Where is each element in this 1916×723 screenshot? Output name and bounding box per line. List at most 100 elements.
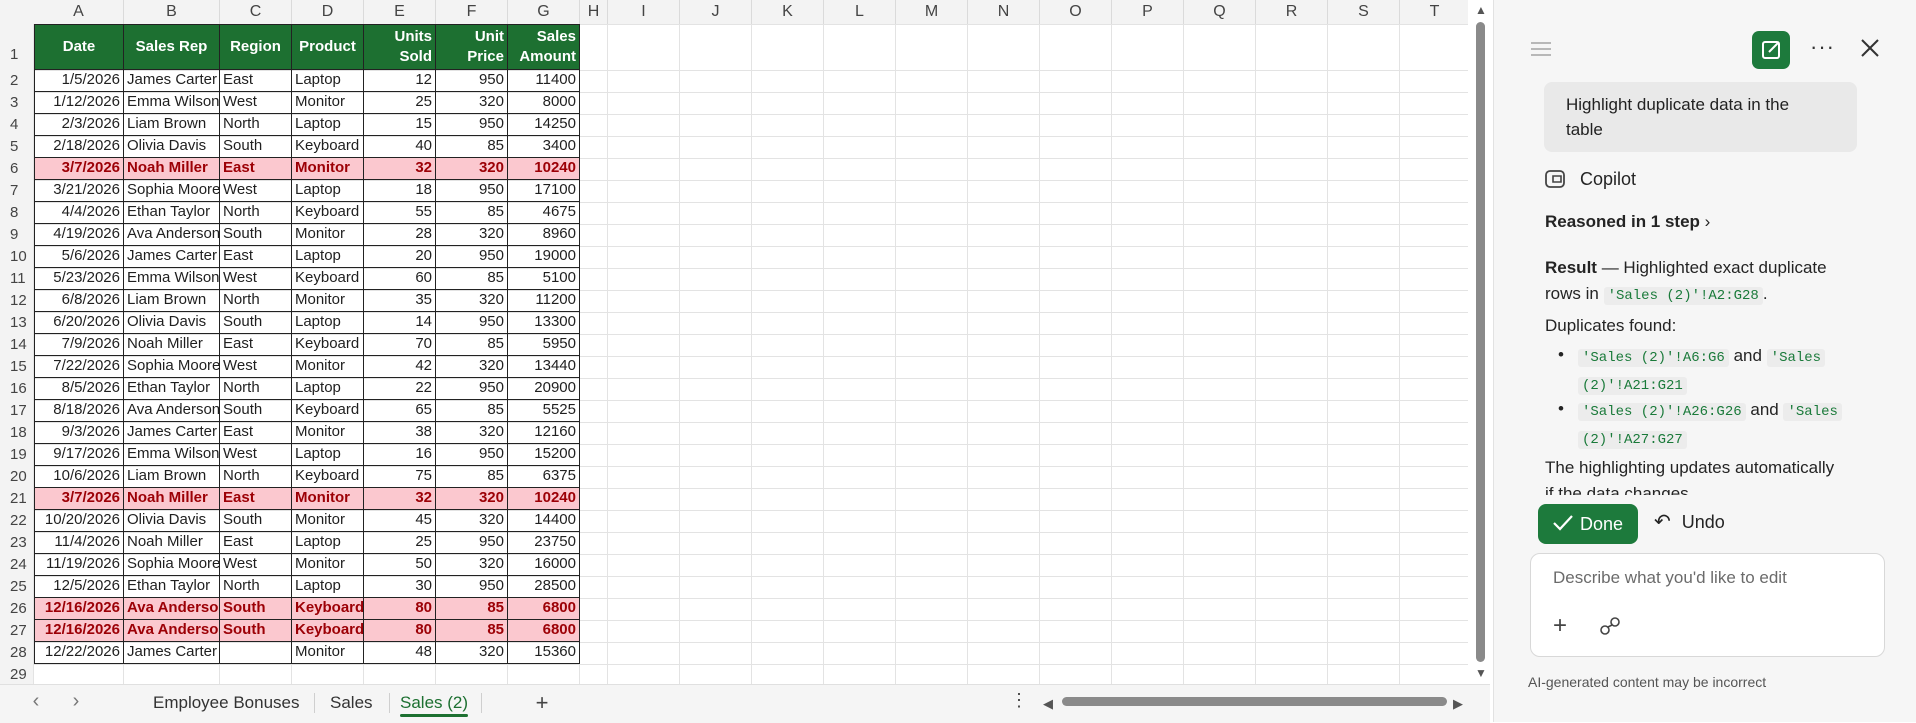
table-cell[interactable]: 2/3/2026 bbox=[34, 114, 124, 136]
duplicate-cell[interactable]: 3/7/2026 bbox=[34, 488, 124, 510]
table-cell[interactable]: 45 bbox=[364, 510, 436, 532]
duplicate-cell[interactable]: Ava Anderson bbox=[124, 598, 220, 620]
column-header[interactable]: M bbox=[896, 0, 968, 24]
column-header[interactable]: H bbox=[580, 0, 608, 24]
table-cell[interactable]: 8/5/2026 bbox=[34, 378, 124, 400]
table-cell[interactable]: South bbox=[220, 224, 292, 246]
table-cell[interactable]: Olivia Davis bbox=[124, 312, 220, 334]
table-cell[interactable]: West bbox=[220, 180, 292, 202]
duplicate-cell[interactable]: 85 bbox=[436, 620, 508, 642]
table-cell[interactable]: 22 bbox=[364, 378, 436, 400]
table-cell[interactable]: 5100 bbox=[508, 268, 580, 290]
table-cell[interactable]: 15 bbox=[364, 114, 436, 136]
duplicate-cell[interactable]: South bbox=[220, 598, 292, 620]
table-cell[interactable]: 28500 bbox=[508, 576, 580, 598]
duplicate-cell[interactable]: Keyboard bbox=[292, 598, 364, 620]
row-header[interactable]: 22 bbox=[0, 510, 34, 532]
table-cell[interactable]: North bbox=[220, 290, 292, 312]
duplicate-cell[interactable]: 3/7/2026 bbox=[34, 158, 124, 180]
table-cell[interactable]: 12160 bbox=[508, 422, 580, 444]
table-cell[interactable]: Ethan Taylor bbox=[124, 378, 220, 400]
link-icon[interactable] bbox=[1599, 616, 1621, 641]
row-header[interactable]: 21 bbox=[0, 488, 34, 510]
table-cell[interactable]: 85 bbox=[436, 400, 508, 422]
table-cell[interactable]: North bbox=[220, 202, 292, 224]
tab-sales-2[interactable]: Sales (2) bbox=[392, 689, 476, 717]
row-header[interactable]: 7 bbox=[0, 180, 34, 202]
table-cell[interactable]: Laptop bbox=[292, 532, 364, 554]
column-header[interactable]: K bbox=[752, 0, 824, 24]
row-header[interactable]: 18 bbox=[0, 422, 34, 444]
table-cell[interactable]: Ava Anderson bbox=[124, 224, 220, 246]
table-cell[interactable]: South bbox=[220, 510, 292, 532]
table-cell[interactable]: 950 bbox=[436, 576, 508, 598]
table-cell[interactable]: Sophia Moore bbox=[124, 180, 220, 202]
column-header[interactable]: N bbox=[968, 0, 1040, 24]
scroll-right-icon[interactable]: ▶ bbox=[1453, 696, 1463, 712]
table-cell[interactable]: 28 bbox=[364, 224, 436, 246]
table-cell[interactable]: 8960 bbox=[508, 224, 580, 246]
table-cell[interactable]: 5525 bbox=[508, 400, 580, 422]
table-cell[interactable]: East bbox=[220, 70, 292, 92]
table-cell[interactable]: 4675 bbox=[508, 202, 580, 224]
table-cell[interactable]: 950 bbox=[436, 444, 508, 466]
table-cell[interactable]: 6/20/2026 bbox=[34, 312, 124, 334]
table-cell[interactable]: 14 bbox=[364, 312, 436, 334]
table-cell[interactable]: 10/20/2026 bbox=[34, 510, 124, 532]
table-cell[interactable]: 25 bbox=[364, 92, 436, 114]
duplicate-cell[interactable]: 6800 bbox=[508, 598, 580, 620]
row-header[interactable]: 6 bbox=[0, 158, 34, 180]
row-header[interactable]: 20 bbox=[0, 466, 34, 488]
table-cell[interactable]: 20 bbox=[364, 246, 436, 268]
hamburger-icon[interactable] bbox=[1530, 40, 1552, 63]
table-cell[interactable]: Liam Brown bbox=[124, 466, 220, 488]
table-cell[interactable]: Laptop bbox=[292, 576, 364, 598]
table-cell[interactable]: 320 bbox=[436, 422, 508, 444]
duplicate-cell[interactable]: 12/16/2026 bbox=[34, 598, 124, 620]
row-header[interactable]: 27 bbox=[0, 620, 34, 642]
table-cell[interactable]: 3/21/2026 bbox=[34, 180, 124, 202]
column-header[interactable]: A bbox=[34, 0, 124, 24]
duplicate-cell[interactable]: 320 bbox=[436, 158, 508, 180]
duplicate-cell[interactable]: 10240 bbox=[508, 158, 580, 180]
column-header[interactable]: C bbox=[220, 0, 292, 24]
table-cell[interactable]: West bbox=[220, 92, 292, 114]
table-cell[interactable]: 35 bbox=[364, 290, 436, 312]
table-cell[interactable]: 2/18/2026 bbox=[34, 136, 124, 158]
table-cell[interactable]: East bbox=[220, 532, 292, 554]
horizontal-scroll-thumb[interactable] bbox=[1062, 697, 1447, 706]
table-cell[interactable]: Ethan Taylor bbox=[124, 576, 220, 598]
table-cell[interactable]: Olivia Davis bbox=[124, 136, 220, 158]
done-button[interactable]: Done bbox=[1538, 504, 1638, 544]
tab-prev-icon[interactable]: ‹ bbox=[24, 690, 48, 713]
row-header[interactable]: 9 bbox=[0, 224, 34, 246]
row-header[interactable]: 12 bbox=[0, 290, 34, 312]
table-cell[interactable]: East bbox=[220, 422, 292, 444]
table-cell[interactable]: 40 bbox=[364, 136, 436, 158]
duplicate-cell[interactable]: Noah Miller bbox=[124, 158, 220, 180]
table-cell[interactable]: 23750 bbox=[508, 532, 580, 554]
table-cell[interactable]: Keyboard bbox=[292, 136, 364, 158]
tab-employee-bonuses[interactable]: Employee Bonuses bbox=[145, 689, 307, 717]
row-header[interactable]: 11 bbox=[0, 268, 34, 290]
column-header[interactable]: D bbox=[292, 0, 364, 24]
table-cell[interactable]: Monitor bbox=[292, 290, 364, 312]
tab-sales[interactable]: Sales bbox=[322, 689, 381, 717]
table-cell[interactable]: 1/12/2026 bbox=[34, 92, 124, 114]
table-cell[interactable]: 42 bbox=[364, 356, 436, 378]
row-header[interactable]: 29 bbox=[0, 664, 34, 686]
table-cell[interactable]: 6/8/2026 bbox=[34, 290, 124, 312]
duplicate-cell[interactable]: 10240 bbox=[508, 488, 580, 510]
table-cell[interactable]: 950 bbox=[436, 70, 508, 92]
table-header-cell[interactable]: Unit Price bbox=[436, 24, 508, 70]
table-cell[interactable]: Keyboard bbox=[292, 466, 364, 488]
row-header[interactable]: 13 bbox=[0, 312, 34, 334]
duplicate-cell[interactable]: Ava Anderson bbox=[124, 620, 220, 642]
row-header[interactable]: 4 bbox=[0, 114, 34, 136]
table-cell[interactable]: 4/4/2026 bbox=[34, 202, 124, 224]
row-header[interactable]: 17 bbox=[0, 400, 34, 422]
table-cell[interactable]: 950 bbox=[436, 246, 508, 268]
table-cell[interactable]: 11/19/2026 bbox=[34, 554, 124, 576]
scroll-down-icon[interactable]: ▼ bbox=[1475, 666, 1487, 680]
duplicate-cell[interactable]: 32 bbox=[364, 488, 436, 510]
